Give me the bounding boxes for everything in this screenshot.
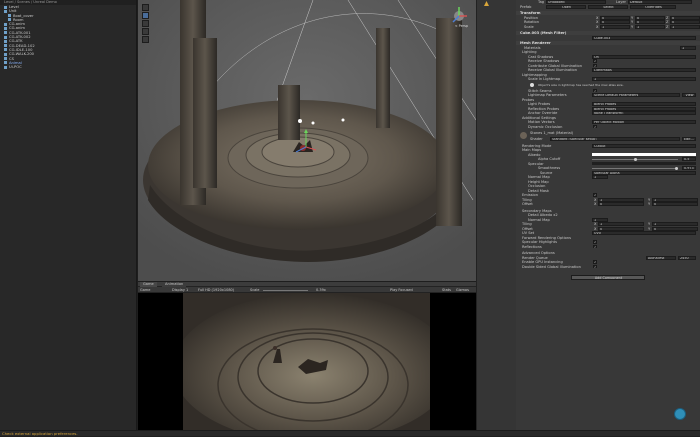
hierarchy-list: Level Unit Boat_cover Room CG-anim CG-anim CG-…	[0, 5, 136, 69]
lightmap-info-row: Object's size in lightmap has reached th…	[516, 82, 700, 87]
offset-label: Offset	[522, 202, 533, 206]
status-message[interactable]: Check external application preferences.	[2, 431, 78, 437]
console-side-panel	[476, 0, 516, 430]
gameobject-icon	[4, 39, 7, 43]
add-component-row: Add Component	[516, 275, 700, 280]
alpha-cutoff-slider-knob[interactable]	[634, 157, 637, 161]
double-sided-gi-row: Double Sided Global Illumination ✓	[516, 265, 700, 269]
dynamic-occlusion-label: Dynamic Occlusion	[528, 124, 563, 129]
smoothness-slider-knob[interactable]	[675, 166, 678, 170]
stitch-seams-checkbox[interactable]: ✓	[593, 88, 597, 93]
material-name: Stones 1_mat (Material)	[530, 131, 574, 135]
hierarchy-item-label: Ui-POC	[9, 65, 22, 70]
prefab-overrides-dropdown[interactable]: Overrides	[630, 4, 676, 9]
inspector-panel: Tag Untagged Layer Default Prefab Open Select O…	[516, 0, 700, 430]
scale-y-field[interactable]: 1	[635, 24, 665, 29]
gameobject-icon	[8, 18, 11, 22]
gameobject-icon	[4, 31, 7, 35]
lightmap-info-text: Object's size in lightmap has reached th…	[538, 82, 624, 87]
material-header-row: Stones 1_mat (Material)	[516, 131, 700, 139]
game-render	[183, 293, 430, 430]
scene-render	[138, 0, 476, 281]
smoothness-slider[interactable]	[592, 168, 678, 169]
offset-y-field[interactable]: 0	[652, 202, 698, 207]
gameobject-icon	[4, 44, 7, 48]
rect-tool-button[interactable]	[142, 36, 149, 43]
reflections-label: Reflections	[522, 244, 542, 249]
scale-tool-button[interactable]	[142, 28, 149, 35]
gameobject-icon	[4, 35, 7, 39]
specular-color-swatch[interactable]	[592, 161, 696, 166]
offset-axis-label: X	[594, 202, 597, 206]
reflections-checkbox[interactable]: ✓	[593, 244, 597, 249]
receive-shadows-checkbox[interactable]: ✓	[593, 59, 597, 63]
offset-row: Offset X 0 Y 0	[516, 202, 700, 207]
rotate-tool-button[interactable]	[142, 20, 149, 27]
game-view[interactable]	[138, 293, 476, 430]
prefab-select-button[interactable]: Select	[588, 4, 628, 9]
scale-x-field[interactable]: 1	[600, 24, 630, 29]
scale-axis-label: X	[596, 24, 599, 29]
prefab-label: Prefab	[520, 4, 532, 9]
contribute-gi-checkbox[interactable]: ✓	[593, 63, 597, 68]
scale-slider[interactable]	[263, 289, 308, 291]
gameobject-icon	[4, 57, 7, 61]
reflections-row: Reflections ✓	[516, 245, 700, 249]
scale-row: Scale X 1 Y 1 Z 1	[516, 25, 700, 29]
specular-highlights-checkbox[interactable]: ✓	[593, 240, 597, 244]
status-bar: Check external application preferences.	[0, 430, 700, 436]
scale-z-field[interactable]: 1	[670, 24, 700, 29]
add-component-button[interactable]: Add Component	[571, 275, 645, 280]
warning-icon	[484, 1, 489, 6]
scene-view[interactable]: < Persp	[138, 0, 476, 281]
shader-dropdown[interactable]: Standard (Specular setup)	[550, 137, 680, 142]
prefab-open-button[interactable]: Open	[546, 4, 586, 9]
gameobject-icon	[4, 22, 7, 26]
double-sided-gi-label: Double Sided Global Illumination	[522, 264, 581, 269]
mesh-field[interactable]: Cube.003	[592, 35, 696, 40]
dynamic-occlusion-row: Dynamic Occlusion ✓	[516, 125, 700, 129]
gpu-instancing-checkbox[interactable]: ✓	[593, 260, 597, 264]
shader-label: Shader	[530, 137, 543, 141]
gameobject-icon	[4, 61, 7, 65]
double-sided-gi-checkbox[interactable]: ✓	[593, 264, 597, 269]
offset-x-field[interactable]: 0	[598, 202, 644, 207]
info-icon	[530, 82, 534, 87]
gameobject-icon	[4, 48, 7, 52]
hierarchy-panel: Level / Scenes / Unreal Demo Level Unit Bo…	[0, 0, 137, 430]
scale-label: Scale	[524, 24, 534, 29]
gameobject-icon	[4, 5, 7, 9]
shader-row: Shader Standard (Specular setup) Edit...	[516, 137, 700, 142]
mesh-row: Cube.003	[516, 35, 700, 40]
game-render-image	[183, 293, 430, 430]
albedo-color-swatch[interactable]	[592, 152, 696, 157]
hand-tool-button[interactable]	[142, 4, 149, 11]
move-tool-button[interactable]	[142, 12, 149, 19]
offset-axis-label: Y	[648, 202, 651, 206]
scale-axis-label: Z	[666, 24, 669, 29]
hierarchy-item[interactable]: Ui-POC	[0, 65, 136, 69]
collab-logo-icon[interactable]	[674, 408, 686, 420]
prefab-row: Prefab Open Select Overrides	[516, 5, 700, 9]
shader-edit-button[interactable]: Edit...	[682, 137, 696, 142]
persp-label[interactable]: < Persp	[455, 24, 468, 28]
dynamic-occlusion-checkbox[interactable]: ✓	[593, 124, 597, 129]
emission-checkbox[interactable]: ✓	[593, 193, 597, 197]
scale-axis-label: Y	[631, 24, 634, 29]
gameobject-icon	[4, 9, 7, 13]
gameobject-icon	[4, 52, 7, 56]
gameobject-icon	[4, 65, 7, 69]
gameobject-icon	[4, 26, 7, 30]
gameobject-icon	[8, 14, 11, 18]
